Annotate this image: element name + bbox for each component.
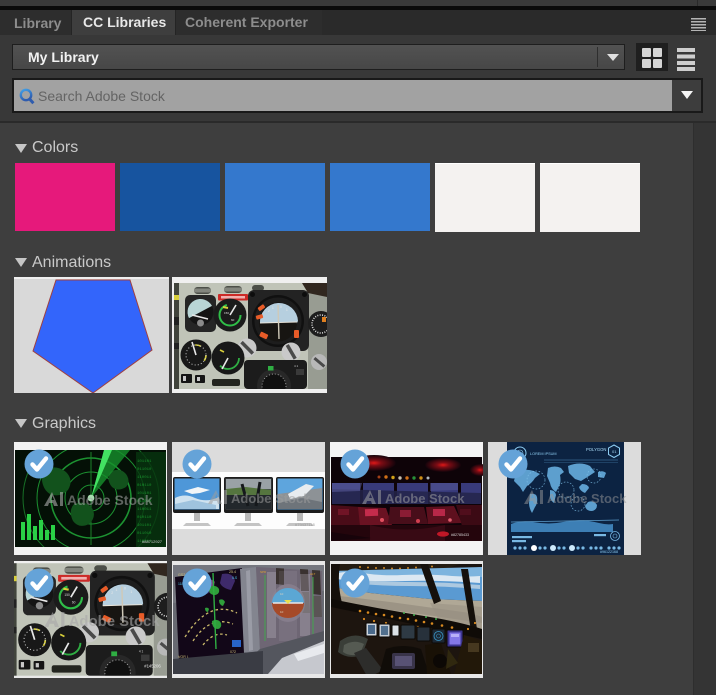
svg-text:101101: 101101 <box>137 460 152 464</box>
svg-text:011010: 011010 <box>137 468 152 472</box>
svg-text:0: 0 <box>124 587 126 591</box>
svg-text:072: 072 <box>230 650 236 654</box>
svg-text:150: 150 <box>224 311 229 315</box>
svg-text:110011: 110011 <box>137 476 152 480</box>
svg-text:150: 150 <box>64 593 70 597</box>
svg-text:ALT: ALT <box>310 572 315 576</box>
svg-text:10: 10 <box>280 592 284 596</box>
svg-text:#145206: #145206 <box>144 663 161 668</box>
svg-text:ILS: ILS <box>232 576 238 580</box>
svg-text:#96122168: #96122168 <box>600 550 618 554</box>
svg-text:Adobe Stock: Adobe Stock <box>69 614 161 630</box>
svg-text:POLYGON: POLYGON <box>586 447 606 452</box>
svg-text:010110: 010110 <box>137 484 152 488</box>
svg-text:60: 60 <box>231 318 235 322</box>
svg-text:10: 10 <box>280 610 284 614</box>
svg-text:#82785433: #82785433 <box>451 533 469 537</box>
svg-text:4 1: 4 1 <box>294 364 299 368</box>
svg-text:011010: 011010 <box>137 532 152 536</box>
svg-text:4 1: 4 1 <box>139 649 144 653</box>
svg-text:Adobe Stock: Adobe Stock <box>385 491 465 506</box>
svg-text:2: 2 <box>111 591 113 595</box>
svg-text:1: 1 <box>272 306 274 310</box>
svg-text:1: 1 <box>286 308 288 312</box>
svg-text:25.4: 25.4 <box>229 570 236 574</box>
svg-text:60: 60 <box>72 601 76 605</box>
svg-text:0: 0 <box>280 305 282 309</box>
svg-text:SPD: SPD <box>260 570 267 574</box>
svg-text:2: 2 <box>268 309 270 313</box>
svg-text:Adobe Stock: Adobe Stock <box>547 491 627 506</box>
svg-text:Adobe Stock: Adobe Stock <box>231 491 311 506</box>
svg-text:01: 01 <box>612 449 617 454</box>
svg-text:#88712927: #88712927 <box>142 539 163 544</box>
svg-text:Adobe Stock: Adobe Stock <box>67 492 153 508</box>
svg-text:1: 1 <box>115 588 117 592</box>
svg-text:LOREM IPSUM: LOREM IPSUM <box>530 452 557 456</box>
svg-text:1: 1 <box>130 590 132 594</box>
svg-text:#79437118: #79437118 <box>295 522 316 527</box>
svg-text:110011: 110011 <box>137 508 152 512</box>
svg-text:010110: 010110 <box>137 516 152 520</box>
svg-text:101101: 101101 <box>137 524 152 528</box>
